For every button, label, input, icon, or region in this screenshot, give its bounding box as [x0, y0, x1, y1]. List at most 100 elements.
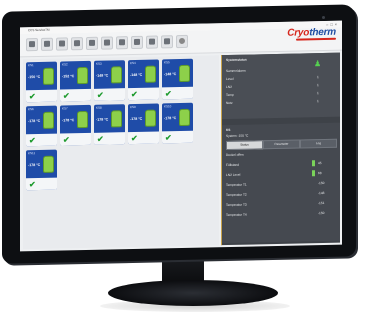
- tile-temperature: -178 °C: [28, 118, 41, 124]
- ok-check-icon: ✔: [165, 89, 172, 99]
- system-row-label: Netz: [226, 100, 233, 106]
- status-panel: Systemstatus ♟ Sammelalarm Level 1 LN2 1 Temp…: [221, 52, 340, 246]
- system-row-label: LN2: [226, 84, 232, 90]
- ok-check-icon: ✔: [131, 133, 138, 144]
- tab-parameter[interactable]: Parameter: [263, 139, 300, 150]
- ok-check-icon: ✔: [63, 135, 70, 145]
- page-icon: [104, 39, 110, 46]
- tab-log[interactable]: Log: [300, 138, 337, 149]
- system-row-value: 1: [317, 99, 319, 104]
- tile-title: KS2: [62, 62, 68, 67]
- page-button[interactable]: [101, 36, 113, 50]
- tile-title: KS11: [28, 151, 36, 156]
- dewar-tile[interactable]: KS1 -150 °C ✔: [26, 61, 57, 103]
- ok-check-icon: ✔: [63, 91, 70, 101]
- toggle-icon: [29, 41, 35, 48]
- dewar-level-icon: [179, 108, 190, 127]
- tile-temperature: -178 °C: [28, 162, 41, 168]
- page-button[interactable]: [146, 35, 158, 49]
- dewar-level-icon: [179, 64, 190, 83]
- system-row-value: 1: [317, 91, 319, 96]
- system-row-label: Temp: [226, 92, 234, 98]
- page-icon: [164, 38, 170, 45]
- dewar-level-icon: [77, 66, 88, 85]
- detail-row-label: LN2 Level: [226, 172, 241, 178]
- lock-icon: [44, 40, 50, 47]
- ok-check-icon: ✔: [165, 133, 172, 143]
- detail-subtitle: System -150 °C: [226, 133, 249, 139]
- detail-row-label: Temperatur T1: [226, 182, 247, 188]
- detail-row-label: Temperatur T3: [226, 202, 247, 208]
- tile-title: KS10: [164, 104, 172, 109]
- tile-title: KS1: [28, 63, 34, 68]
- dewar-level-icon: [111, 110, 122, 128]
- dewar-level-icon: [77, 110, 88, 129]
- ok-check-icon: ✔: [97, 90, 104, 100]
- tile-title: KS4: [130, 60, 136, 66]
- tab-status[interactable]: Status: [226, 140, 263, 151]
- detail-title: KS: [226, 127, 231, 133]
- tile-title: KS7: [62, 106, 68, 111]
- page-icon: [134, 38, 140, 45]
- dewar-tile[interactable]: KS11 -178 °C ✔: [26, 149, 57, 191]
- detail-row-value: -150: [318, 210, 325, 216]
- tile-temperature: -152 °C: [62, 74, 75, 79]
- refresh-icon: [59, 40, 65, 47]
- refresh-button[interactable]: [56, 37, 68, 51]
- detail-row-label: Temperatur T2: [226, 192, 247, 198]
- ok-check-icon: ✔: [29, 92, 36, 102]
- dewar-tile[interactable]: KS5 -148 °C ✔: [162, 58, 193, 100]
- dewar-level-icon: [43, 111, 54, 129]
- system-row-value: 1: [317, 75, 319, 80]
- app-screen: CCS ServiceTM –□× Cryotherm KS1 -150 °C ✔ K…: [20, 20, 342, 252]
- page-button[interactable]: [161, 35, 173, 49]
- system-row-label: Sammelalarm: [226, 68, 246, 74]
- dewar-level-icon: [111, 66, 122, 84]
- toggle-button[interactable]: [26, 37, 38, 52]
- dewar-tile[interactable]: KS2 -152 °C ✔: [60, 60, 91, 102]
- monitor-camera: [322, 16, 325, 19]
- detail-row-value: -150: [318, 180, 325, 186]
- system-status-section: Systemstatus ♟ Sammelalarm Level 1 LN2 1 Temp…: [222, 52, 340, 120]
- page-button[interactable]: [131, 35, 143, 50]
- dewar-tile[interactable]: KS10 -178 °C ✔: [162, 102, 193, 144]
- detail-row-label: Deckel offen: [226, 152, 244, 158]
- tile-temperature: -150 °C: [28, 74, 41, 80]
- dewar-tile[interactable]: KS8 -178 °C ✔: [94, 104, 125, 145]
- detail-row-label: Temperatur T4: [226, 212, 247, 218]
- dewar-tile[interactable]: KS4 -148 °C ✔: [128, 59, 159, 101]
- info-button[interactable]: [176, 34, 188, 49]
- dewar-tile[interactable]: KS7 -178 °C ✔: [60, 104, 91, 146]
- info-icon: [179, 37, 185, 45]
- dewar-tile[interactable]: KS6 -178 °C ✔: [26, 105, 57, 147]
- dewar-level-icon: [145, 65, 156, 83]
- monitor-base: [108, 280, 278, 306]
- detail-row-value: -151: [318, 200, 325, 206]
- level-bar: [312, 160, 315, 167]
- tile-title: KS5: [164, 60, 170, 65]
- window-title: CCS ServiceTM: [28, 27, 50, 33]
- tile-temperature: -178 °C: [130, 116, 143, 122]
- lock-button[interactable]: [41, 37, 53, 51]
- detail-row-value: -148: [318, 190, 325, 196]
- page-button[interactable]: [116, 36, 128, 50]
- dewar-tile[interactable]: KS3 -148 °C ✔: [94, 60, 125, 101]
- system-row-label: Level: [226, 76, 234, 82]
- dewar-tile[interactable]: KS9 -178 °C ✔: [128, 103, 159, 145]
- page-icon: [149, 38, 155, 45]
- monitor: CCS ServiceTM –□× Cryotherm KS1 -150 °C ✔ K…: [2, 4, 364, 268]
- detail-tabs: Status Parameter Log: [226, 138, 338, 151]
- ok-check-icon: ✔: [29, 136, 36, 146]
- system-row-value: 1: [317, 83, 319, 88]
- ok-check-icon: ✔: [97, 134, 104, 144]
- ok-check-icon: ✔: [29, 180, 36, 190]
- tile-title: KS9: [130, 104, 136, 110]
- ok-check-icon: ✔: [131, 89, 138, 100]
- page-icon: [119, 39, 125, 46]
- tile-temperature: -148 °C: [96, 73, 109, 78]
- page-button[interactable]: [71, 37, 83, 51]
- dewar-level-icon: [145, 109, 156, 127]
- page-button[interactable]: [86, 36, 98, 50]
- level-bar: [312, 170, 315, 177]
- tile-title: KS8: [96, 105, 102, 110]
